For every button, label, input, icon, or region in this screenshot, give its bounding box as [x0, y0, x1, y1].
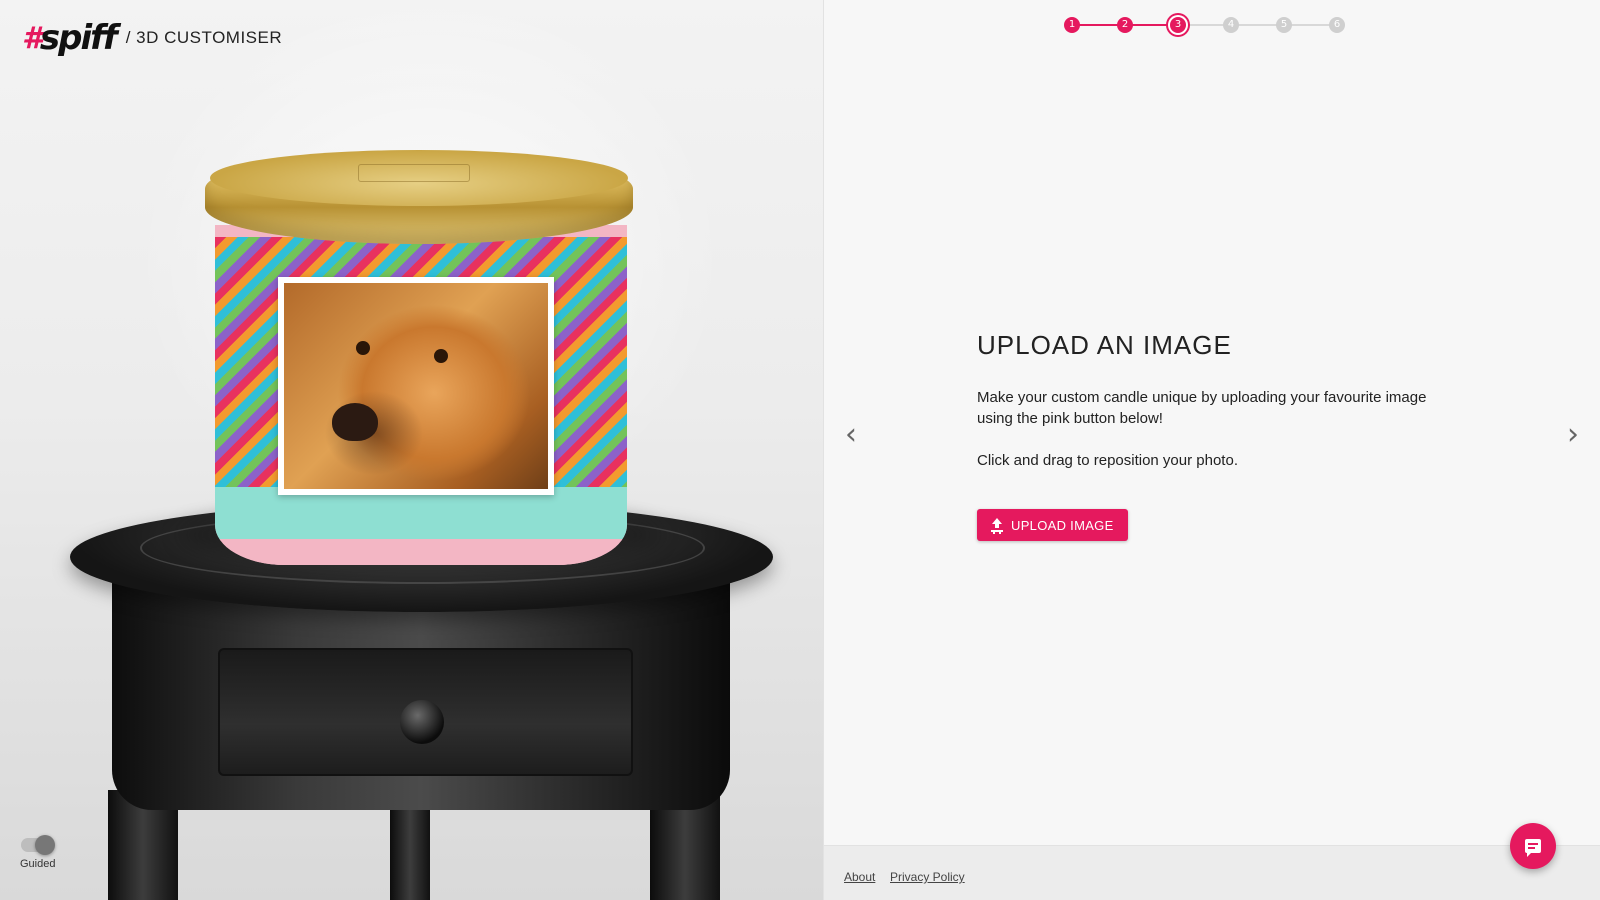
- step-content: UPLOAD AN IMAGE Make your custom candle …: [977, 330, 1457, 541]
- uploaded-photo[interactable]: [284, 283, 548, 489]
- photo-detail: [332, 403, 378, 441]
- footer: About Privacy Policy: [824, 845, 1600, 900]
- photo-frame[interactable]: [278, 277, 554, 495]
- candle-jar[interactable]: [215, 225, 627, 565]
- step-4[interactable]: 4: [1223, 17, 1239, 33]
- step-5[interactable]: 5: [1276, 17, 1292, 33]
- lid-emboss-logo: [358, 164, 470, 182]
- app-subtitle: / 3D CUSTOMISER: [125, 28, 283, 47]
- step-connector-pending: [1178, 24, 1336, 26]
- step-title: UPLOAD AN IMAGE: [977, 330, 1232, 360]
- step-description: Make your custom candle unique by upload…: [977, 389, 1427, 427]
- guided-toggle[interactable]: [21, 835, 55, 855]
- chevron-left-icon[interactable]: ‹: [836, 420, 866, 450]
- photo-detail: [434, 349, 448, 363]
- privacy-policy-link[interactable]: Privacy Policy: [890, 870, 965, 884]
- step-2[interactable]: 2: [1117, 17, 1133, 33]
- chat-icon: [1525, 839, 1541, 857]
- upload-button-label: UPLOAD IMAGE: [1011, 517, 1114, 533]
- step-progress: 1 2 3 4 5 6: [1064, 14, 1354, 36]
- chat-button[interactable]: [1510, 823, 1556, 869]
- about-link[interactable]: About: [844, 870, 875, 884]
- upload-icon: [991, 518, 1003, 532]
- guided-toggle-group: Guided: [20, 835, 56, 870]
- step-3[interactable]: 3: [1170, 17, 1186, 33]
- photo-detail: [356, 341, 370, 355]
- brand-header: # spiff / 3D CUSTOMISER: [22, 18, 282, 58]
- guided-label: Guided: [20, 858, 56, 870]
- chevron-right-icon[interactable]: ›: [1558, 420, 1588, 450]
- step-6[interactable]: 6: [1329, 17, 1345, 33]
- logo-wordmark: spiff: [39, 18, 118, 58]
- candle-wax-base: [215, 539, 627, 565]
- 3d-preview-canvas[interactable]: # spiff / 3D CUSTOMISER Guided: [0, 0, 823, 900]
- customiser-panel: 1 2 3 4 5 6 ‹ › UPLOAD AN IMAGE Make you…: [823, 0, 1600, 900]
- drawer-knob: [400, 700, 444, 744]
- step-hint: Click and drag to reposition your photo.: [977, 452, 1238, 469]
- step-1[interactable]: 1: [1064, 17, 1080, 33]
- upload-image-button[interactable]: UPLOAD IMAGE: [977, 509, 1128, 541]
